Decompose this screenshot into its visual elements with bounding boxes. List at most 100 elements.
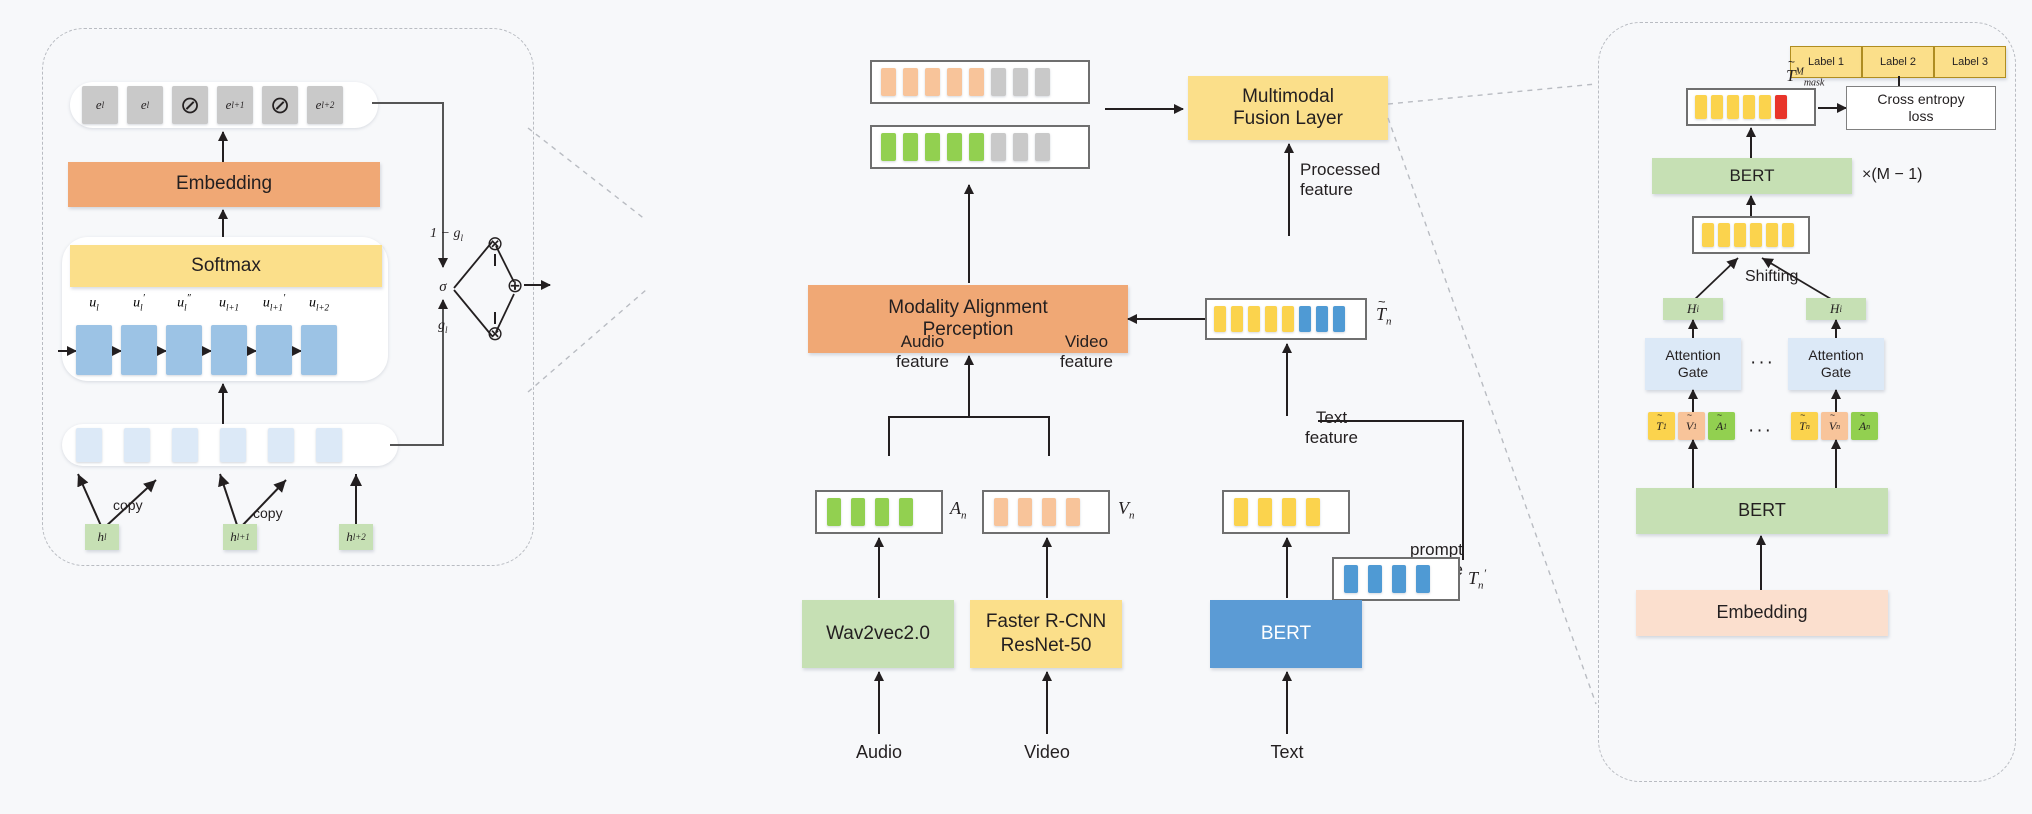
- mid-token-row-box: [1692, 216, 1810, 254]
- u-label-4: ul+1′: [256, 293, 292, 315]
- tilde-accent: ~: [1829, 409, 1836, 420]
- token-yellow: [1702, 223, 1714, 247]
- token-active: [925, 133, 940, 161]
- token-active: [947, 133, 962, 161]
- copy-label-2: copy: [253, 505, 283, 521]
- token-blue: [1344, 565, 1358, 593]
- video-feature-line2: feature: [1060, 352, 1113, 372]
- left-triplet-row: ~ T1 ~ V1 ~ A1: [1648, 409, 1740, 440]
- cross-entropy-loss-box: Cross entropy loss: [1846, 86, 1996, 130]
- token-sub: l+1: [231, 100, 245, 110]
- bert-bottom-to-left-triplet-arrow: [1692, 440, 1694, 488]
- token-yellow: [1711, 95, 1723, 119]
- audio-encoder-block: Wav2vec2.0: [802, 600, 954, 668]
- embedding-to-gate-line-h: [372, 102, 444, 104]
- h-sub: l: [103, 531, 107, 542]
- tilde-accent: ~: [1686, 409, 1693, 420]
- alignment-line1: Modality Alignment: [888, 296, 1048, 318]
- faded-to-gate-line-h: [390, 444, 444, 446]
- token-yellow: [1750, 223, 1762, 247]
- token-inactive: [1013, 68, 1028, 96]
- right-triplet-to-gate-arrow: [1835, 390, 1837, 412]
- token-active: [903, 68, 918, 96]
- token-e-l2: e l+2: [307, 86, 343, 124]
- faded-token-row: [76, 428, 376, 462]
- token-yellow: [1306, 498, 1320, 526]
- faded-token: [316, 428, 342, 462]
- input-audio-label: Audio: [855, 742, 903, 762]
- token-inactive: [1035, 133, 1050, 161]
- embedding-token-row: el el ⊘ e l+1 ⊘ e l+2: [78, 86, 370, 124]
- attention-gate-ellipsis: ···: [1750, 352, 1775, 373]
- hidden-state-cell: [121, 325, 157, 375]
- token-active: [881, 133, 896, 161]
- left-triplet-to-gate-arrow: [1692, 390, 1694, 412]
- tilde-accent: ~: [1859, 409, 1866, 420]
- audio-branch-vline: [888, 416, 890, 456]
- token-active: [881, 68, 896, 96]
- tilde-accent: ~: [1788, 55, 1796, 69]
- triplet-token-A: ~ A1: [1708, 410, 1735, 440]
- u-label-row: ul ul′ ul″ ul+1 ul+1′ ul+2: [76, 293, 382, 315]
- video-input-arrow: [1046, 672, 1048, 734]
- hidden-state-cell: [256, 325, 292, 375]
- audio-feature-label: Audio feature: [896, 332, 949, 373]
- video-aligned-sequence-box: [870, 60, 1090, 104]
- token-active: [947, 68, 962, 96]
- gate-left-to-h-arrow: [1692, 320, 1694, 338]
- symbol-A: A: [950, 498, 961, 518]
- right-triplet-row: ~ Tn ~ Vn ~ An: [1791, 409, 1883, 440]
- masked-token-symbol: ~ TMmask: [1786, 55, 1825, 89]
- label-cell-3[interactable]: Label 3: [1934, 46, 2006, 78]
- triplet-token-T: ~ Tn: [1791, 410, 1818, 440]
- cross-entropy-line2: loss: [1908, 108, 1934, 124]
- symbol-sup: M: [1795, 66, 1804, 78]
- gate-output-arrow: [524, 284, 550, 286]
- processed-to-alignment-arrow: [1128, 318, 1206, 320]
- h-sub: i: [1696, 303, 1699, 314]
- text-input-arrow: [1286, 672, 1288, 734]
- symbol-sub: 1: [1693, 421, 1698, 431]
- token-yellow: [1759, 95, 1771, 119]
- u-sub: l+1: [225, 302, 240, 313]
- attention-gate-line2: Gate: [1820, 364, 1852, 380]
- token-active: [903, 133, 918, 161]
- bert-bottom-label: BERT: [1738, 500, 1786, 521]
- fusion-layer-line2: Fusion Layer: [1233, 108, 1343, 129]
- hidden-link-arrow: [248, 350, 256, 352]
- symbol-sub: mask: [1803, 77, 1825, 89]
- h-symbol: H: [1830, 301, 1840, 317]
- symbol-T: T: [1799, 418, 1806, 433]
- copy-label-1: copy: [113, 497, 143, 513]
- u-symbol: u: [262, 295, 270, 311]
- token-e-l-1: el: [82, 86, 118, 124]
- processed-feature-line2: feature: [1300, 180, 1353, 200]
- hidden-link-arrow: [113, 350, 121, 352]
- token-orange: [1066, 498, 1080, 526]
- hidden-link-arrow: [203, 350, 211, 352]
- processed-feature-tokens: [1207, 300, 1365, 338]
- label-cell-2[interactable]: Label 2: [1862, 46, 1934, 78]
- token-yellow: [1282, 306, 1294, 332]
- token-active: [969, 68, 984, 96]
- faded-to-hidden-arrow: [222, 384, 224, 428]
- video-aligned-tokens: [872, 62, 1088, 102]
- u-prime: ′: [142, 293, 145, 304]
- g-label: gl: [438, 316, 448, 335]
- token-yellow: [1743, 95, 1755, 119]
- video-encoder-block: Faster R-CNN ResNet-50: [970, 600, 1122, 668]
- token-mask-2: ⊘: [262, 86, 298, 124]
- token-yellow: [1782, 223, 1794, 247]
- token-yellow: [1214, 306, 1226, 332]
- text-encoder-label: BERT: [1260, 622, 1312, 644]
- h-i-right-box: Hi: [1806, 298, 1866, 320]
- shifting-label: Shifting: [1745, 268, 1799, 285]
- processed-feature-sequence-box: [1205, 298, 1367, 340]
- g-sub: l: [445, 324, 448, 335]
- token-blue: [1333, 306, 1345, 332]
- token-yellow: [1231, 306, 1243, 332]
- symbol-sub: 1: [1662, 421, 1667, 431]
- attention-gate-line2: Gate: [1677, 364, 1709, 380]
- video-feature-tokens: [984, 492, 1108, 532]
- token-blue: [1299, 306, 1311, 332]
